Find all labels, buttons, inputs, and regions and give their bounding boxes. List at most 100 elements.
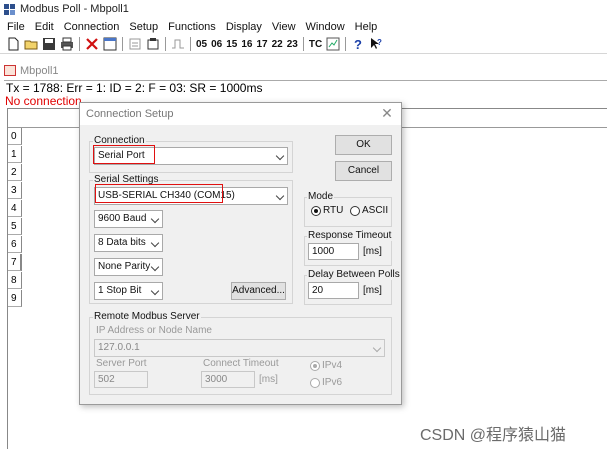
- function-06-button[interactable]: 06: [211, 39, 222, 50]
- toolbar-separator: [79, 37, 80, 51]
- chevron-down-icon: [150, 262, 160, 272]
- ip-address-select[interactable]: 127.0.0.1: [94, 339, 385, 357]
- svg-text:?: ?: [377, 38, 382, 47]
- function-17-button[interactable]: 17: [257, 39, 268, 50]
- ok-button[interactable]: OK: [335, 135, 392, 155]
- baud-rate-value: 9600 Baud: [98, 213, 147, 224]
- chevron-down-icon: [150, 286, 160, 296]
- menu-help[interactable]: Help: [350, 21, 383, 33]
- ip-address-value: 127.0.0.1: [98, 342, 140, 353]
- grid-row-header[interactable]: 9: [8, 290, 22, 307]
- child-window-title-bar: Mbpoll1: [4, 62, 604, 79]
- connection-error-text: No connection: [5, 94, 82, 108]
- chart-icon[interactable]: [326, 37, 340, 51]
- stop-bits-value: 1 Stop Bit: [98, 285, 142, 296]
- grid-row-header[interactable]: 2: [8, 164, 22, 181]
- chevron-down-icon: [275, 191, 285, 201]
- connect-timeout-unit: [ms]: [259, 374, 278, 385]
- menu-view[interactable]: View: [267, 21, 301, 33]
- menu-connection[interactable]: Connection: [59, 21, 125, 33]
- toolbar-separator: [122, 37, 123, 51]
- poll-status-line: Tx = 1788: Err = 1: ID = 2: F = 03: SR =…: [4, 80, 607, 95]
- connect-icon[interactable]: [128, 37, 142, 51]
- menu-display[interactable]: Display: [221, 21, 267, 33]
- highlight-box-connection: [93, 145, 155, 164]
- rtu-radio[interactable]: [311, 206, 321, 216]
- menu-setup[interactable]: Setup: [124, 21, 163, 33]
- delete-x-icon[interactable]: [85, 37, 99, 51]
- parity-select[interactable]: None Parity: [94, 258, 163, 276]
- child-window-icon: [4, 65, 16, 76]
- chevron-down-icon: [275, 151, 285, 161]
- delay-polls-input[interactable]: 20: [308, 282, 359, 299]
- delay-polls-label: Delay Between Polls: [307, 269, 401, 280]
- menu-window[interactable]: Window: [301, 21, 350, 33]
- function-15-button[interactable]: 15: [226, 39, 237, 50]
- toolbar-separator: [302, 37, 304, 51]
- menu-functions[interactable]: Functions: [163, 21, 221, 33]
- advanced-button[interactable]: Advanced...: [231, 282, 286, 300]
- dialog-title-bar: Connection Setup ✕: [80, 103, 401, 125]
- close-icon[interactable]: ✕: [380, 106, 394, 120]
- new-file-icon[interactable]: [6, 37, 20, 51]
- function-23-button[interactable]: 23: [287, 39, 298, 50]
- window-title: Modbus Poll - Mbpoll1: [20, 3, 129, 15]
- delay-polls-unit: [ms]: [363, 285, 382, 296]
- function-05-button[interactable]: 05: [196, 39, 207, 50]
- grid-row-header[interactable]: 1: [8, 146, 22, 163]
- cancel-button[interactable]: Cancel: [335, 161, 392, 181]
- server-port-label: Server Port: [96, 358, 147, 369]
- ascii-radio[interactable]: [350, 206, 360, 216]
- chevron-down-icon: [150, 214, 160, 224]
- response-timeout-label: Response Timeout: [307, 230, 393, 241]
- parity-value: None Parity: [98, 261, 151, 272]
- disconnect-icon[interactable]: [146, 37, 160, 51]
- pulse-icon[interactable]: [171, 37, 185, 51]
- grid-row-header[interactable]: 6: [8, 236, 22, 253]
- context-help-icon[interactable]: ?: [369, 37, 383, 51]
- ipv4-radio[interactable]: [310, 361, 320, 371]
- response-timeout-input[interactable]: 1000: [308, 243, 359, 260]
- tc-button[interactable]: TC: [309, 39, 322, 50]
- highlight-box-port: [95, 184, 223, 203]
- baud-rate-select[interactable]: 9600 Baud: [94, 210, 163, 228]
- grid-row-header[interactable]: 4: [8, 200, 22, 217]
- ascii-label: ASCII: [362, 205, 389, 216]
- ipv6-label: IPv6: [322, 377, 343, 388]
- stop-bits-select[interactable]: 1 Stop Bit: [94, 282, 163, 300]
- help-icon[interactable]: ?: [351, 37, 365, 52]
- data-bits-value: 8 Data bits: [98, 237, 146, 248]
- grid-row-header[interactable]: 0: [8, 128, 22, 145]
- menu-bar: File Edit Connection Setup Functions Dis…: [0, 18, 607, 35]
- grid-row-header[interactable]: 8: [8, 272, 22, 289]
- watermark-text: CSDN @程序猿山猫: [420, 427, 567, 444]
- ipv4-label: IPv4: [322, 360, 343, 371]
- dialog-title: Connection Setup: [86, 108, 174, 120]
- mode-label: Mode: [307, 191, 335, 202]
- connect-timeout-input[interactable]: 3000: [201, 371, 255, 388]
- grid-row-header[interactable]: 7: [8, 254, 22, 271]
- ipv6-radio[interactable]: [310, 378, 320, 388]
- grid-row-header[interactable]: 5: [8, 218, 22, 235]
- toolbar-separator: [190, 37, 191, 51]
- response-timeout-unit: [ms]: [363, 246, 382, 257]
- remote-server-label: Remote Modbus Server: [93, 311, 201, 322]
- print-icon[interactable]: [60, 37, 74, 51]
- menu-file[interactable]: File: [2, 21, 30, 33]
- grid-row-header[interactable]: 3: [8, 182, 22, 199]
- menu-edit[interactable]: Edit: [30, 21, 59, 33]
- window-icon[interactable]: [103, 37, 117, 51]
- function-22-button[interactable]: 22: [272, 39, 283, 50]
- server-port-input[interactable]: 502: [94, 371, 148, 388]
- toolbar-separator: [345, 37, 347, 51]
- save-icon[interactable]: [42, 37, 56, 51]
- modbus-app-icon: [4, 3, 16, 15]
- function-16-button[interactable]: 16: [241, 39, 252, 50]
- open-folder-icon[interactable]: [24, 37, 38, 51]
- chevron-down-icon: [150, 238, 160, 248]
- title-bar: Modbus Poll - Mbpoll1: [0, 0, 607, 18]
- chevron-down-icon: [372, 343, 382, 353]
- ip-address-label: IP Address or Node Name: [96, 325, 212, 336]
- data-bits-select[interactable]: 8 Data bits: [94, 234, 163, 252]
- toolbar-separator: [165, 37, 166, 51]
